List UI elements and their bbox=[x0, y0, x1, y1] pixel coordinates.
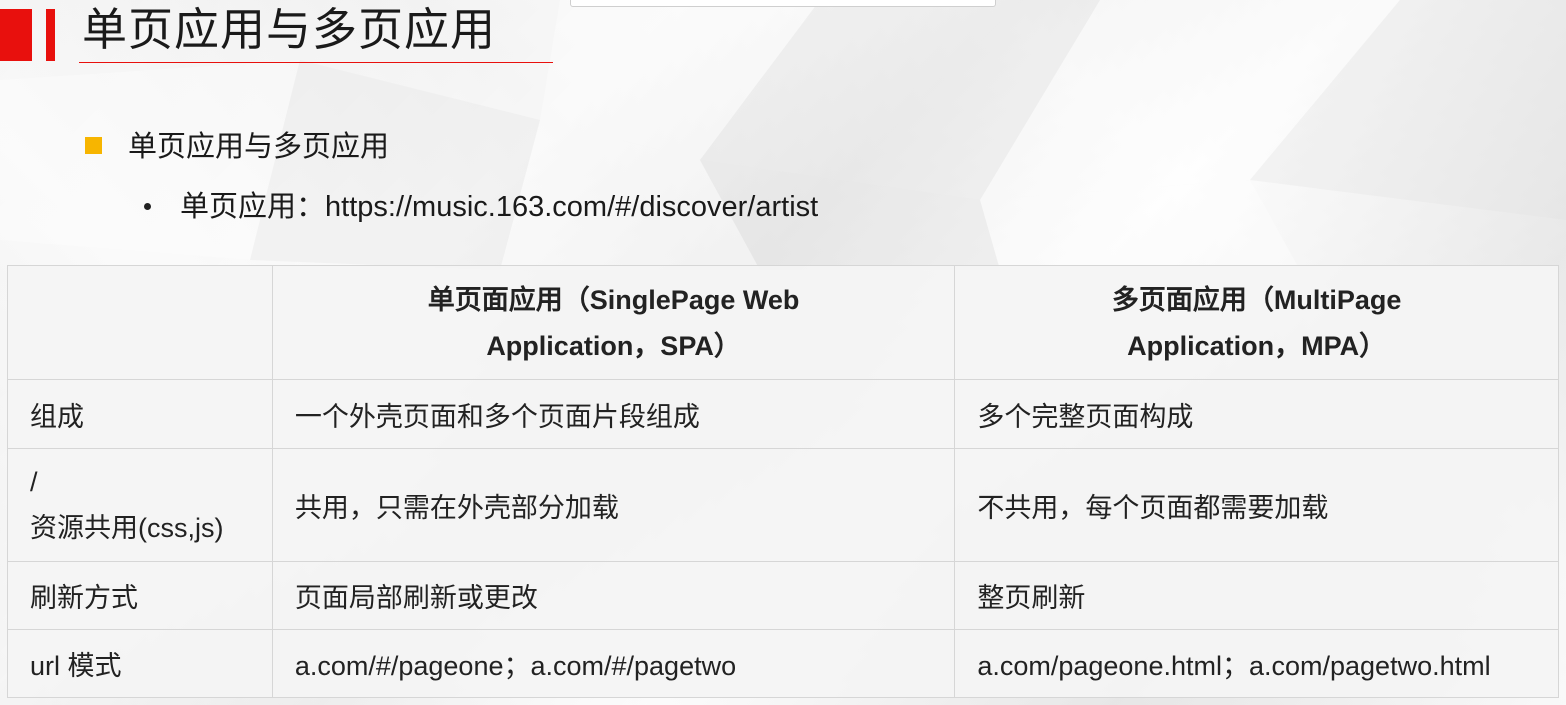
row-spa-cell: a.com/#/pageone；a.com/#/pagetwo bbox=[271, 629, 956, 698]
header-spa-line2: Application，SPA） bbox=[486, 330, 741, 361]
row-mpa-cell: 不共用，每个页面都需要加载 bbox=[954, 448, 1559, 562]
table-row: 组成 一个外壳页面和多个页面片段组成 多个完整页面构成 bbox=[7, 379, 1559, 449]
bullet-level1-text: 单页应用与多页应用 bbox=[128, 129, 390, 163]
title-accent-bar bbox=[0, 9, 32, 61]
row-mpa-cell: a.com/pageone.html；a.com/pagetwo.html bbox=[954, 629, 1559, 698]
bullet-level2-url: https://music.163.com/#/discover/artist bbox=[325, 191, 819, 223]
row-label-url-mode: url 模式 bbox=[7, 629, 273, 698]
header-mpa-line1: 多页面应用（MultiPage bbox=[1111, 284, 1402, 315]
title-accent-stripe bbox=[46, 9, 55, 61]
row-label-line1: / bbox=[30, 467, 38, 497]
row-spa-cell: 共用，只需在外壳部分加载 bbox=[271, 448, 956, 562]
table-header-row: 单页面应用（SinglePage Web Application，SPA） 多页… bbox=[7, 265, 1559, 380]
table-row: / 资源共用(css,js) 共用，只需在外壳部分加载 不共用，每个页面都需要加… bbox=[7, 448, 1559, 562]
title-underline bbox=[79, 62, 553, 63]
row-spa-cell: 一个外壳页面和多个页面片段组成 bbox=[271, 379, 956, 449]
header-spa: 单页面应用（SinglePage Web Application，SPA） bbox=[271, 265, 956, 380]
header-empty-cell bbox=[7, 265, 273, 380]
row-spa-cell: 页面局部刷新或更改 bbox=[271, 561, 956, 630]
table-row: url 模式 a.com/#/pageone；a.com/#/pagetwo a… bbox=[7, 629, 1559, 698]
bullet-level2-text: 单页应用：https://music.163.com/#/discover/ar… bbox=[180, 186, 818, 227]
table-row: 刷新方式 页面局部刷新或更改 整页刷新 bbox=[7, 561, 1559, 630]
header-mpa-line2: Application，MPA） bbox=[1127, 330, 1387, 361]
row-label-resource-sharing: / 资源共用(css,js) bbox=[7, 448, 273, 562]
comparison-table: 单页面应用（SinglePage Web Application，SPA） 多页… bbox=[7, 265, 1559, 698]
header-mpa: 多页面应用（MultiPage Application，MPA） bbox=[954, 265, 1559, 380]
row-mpa-cell: 多个完整页面构成 bbox=[954, 379, 1559, 449]
row-label-refresh: 刷新方式 bbox=[7, 561, 273, 630]
dot-bullet-icon bbox=[144, 203, 151, 210]
row-label-line2: 资源共用(css,js) bbox=[30, 513, 224, 543]
page-title: 单页应用与多页应用 bbox=[82, 3, 497, 56]
square-bullet-icon bbox=[85, 137, 102, 154]
top-edge-box bbox=[570, 0, 996, 7]
bullet-level2-label: 单页应用： bbox=[180, 189, 326, 223]
row-label-composition: 组成 bbox=[7, 379, 273, 449]
row-mpa-cell: 整页刷新 bbox=[954, 561, 1559, 630]
header-spa-line1: 单页面应用（SinglePage Web bbox=[427, 284, 800, 315]
